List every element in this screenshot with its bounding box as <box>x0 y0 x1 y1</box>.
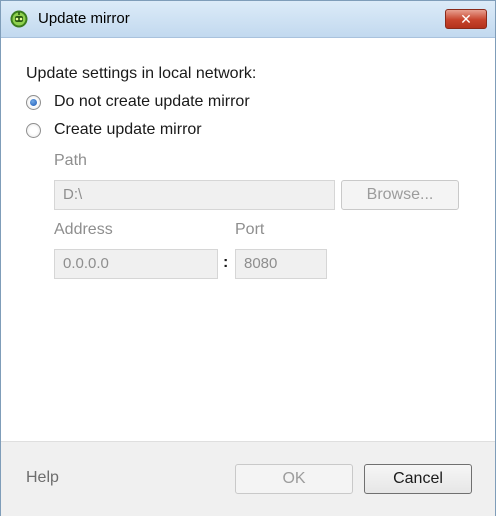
path-label: Path <box>54 152 87 169</box>
radio-unchecked-icon[interactable] <box>26 123 41 138</box>
dialog-footer: Help OK Cancel <box>1 441 495 516</box>
radio-do-not-create[interactable]: Do not create update mirror <box>26 93 306 113</box>
eset-robot-icon <box>10 10 28 28</box>
update-mirror-dialog: Update mirror ✕ Update settings in local… <box>0 0 496 516</box>
close-button[interactable]: ✕ <box>445 9 487 29</box>
dialog-content: Update settings in local network: Do not… <box>1 38 495 441</box>
path-input[interactable]: D:\ <box>54 180 335 210</box>
help-link[interactable]: Help <box>26 469 59 487</box>
radio-checked-icon[interactable] <box>26 95 41 110</box>
ok-button[interactable]: OK <box>235 464 353 494</box>
radio-label-create-mirror[interactable]: Create update mirror <box>54 121 202 139</box>
cancel-button[interactable]: Cancel <box>364 464 472 494</box>
port-label: Port <box>235 221 265 238</box>
settings-heading: Update settings in local network: <box>26 65 257 82</box>
radio-label-do-not-create[interactable]: Do not create update mirror <box>54 93 250 111</box>
radio-create-mirror[interactable]: Create update mirror <box>26 121 256 141</box>
window-title: Update mirror <box>38 10 130 27</box>
port-input[interactable]: 8080 <box>235 249 327 279</box>
address-input[interactable]: 0.0.0.0 <box>54 249 218 279</box>
browse-button[interactable]: Browse... <box>341 180 459 210</box>
address-port-separator: : <box>223 254 229 271</box>
close-icon: ✕ <box>460 11 472 27</box>
title-bar[interactable]: Update mirror ✕ <box>1 1 495 38</box>
address-label: Address <box>54 221 113 238</box>
